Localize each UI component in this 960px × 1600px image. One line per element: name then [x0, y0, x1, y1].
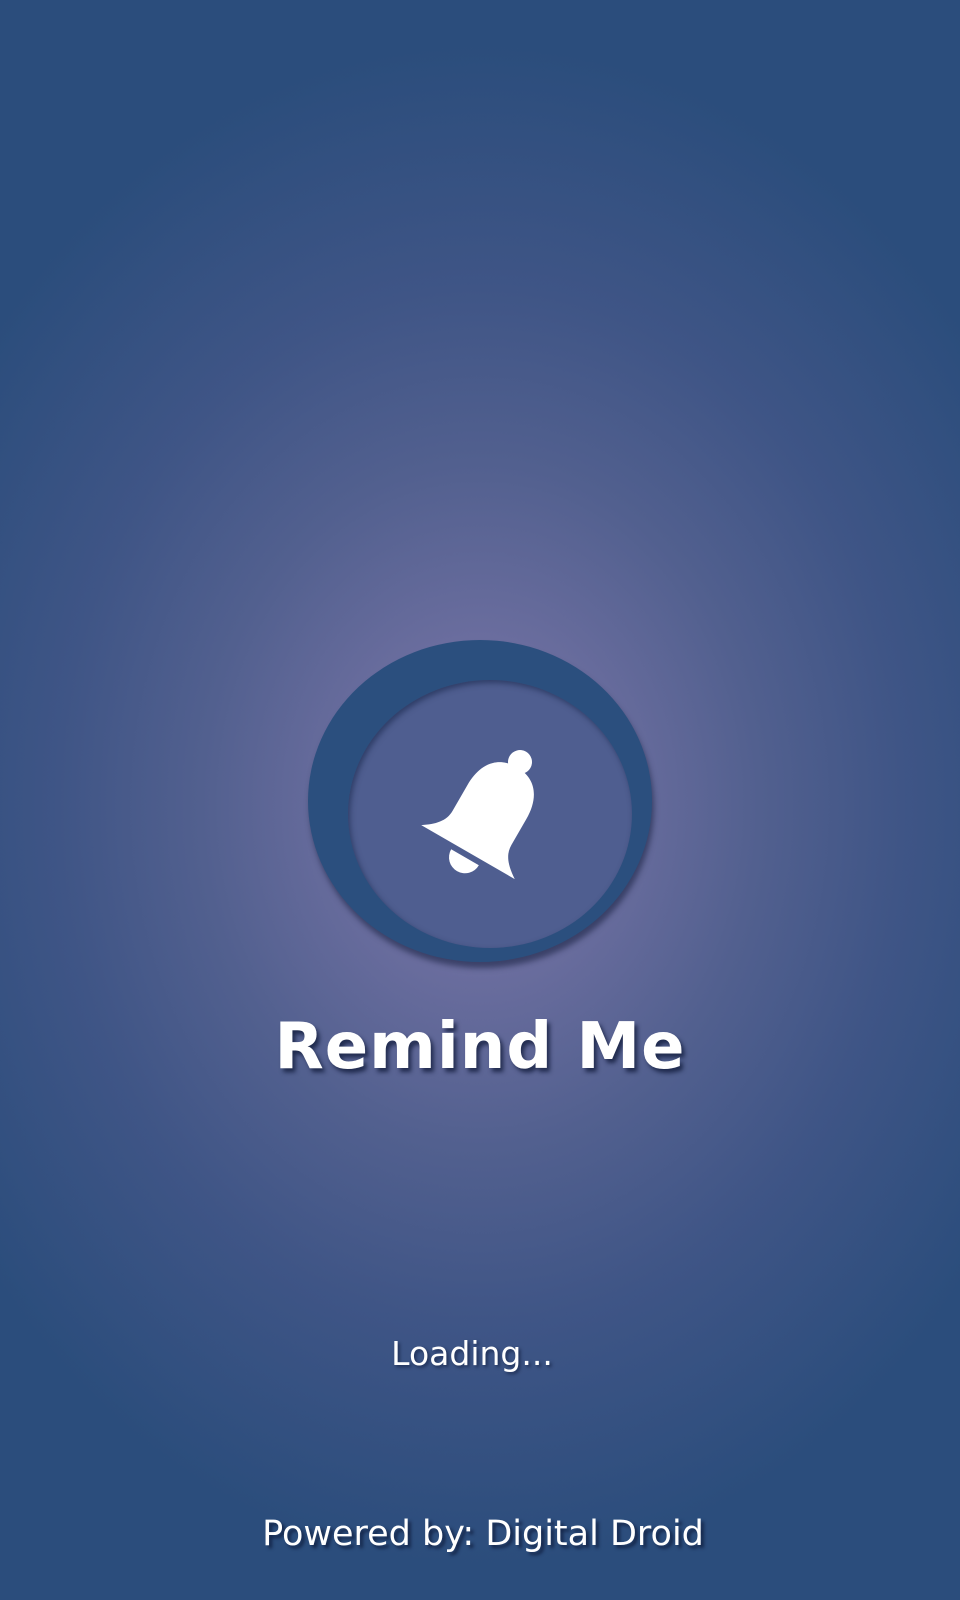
powered-by-credit: Powered by: Digital Droid	[262, 1514, 704, 1554]
app-logo-disc	[348, 680, 632, 948]
splash-screen: Remind Me Loading... Powered by: Digital…	[0, 0, 960, 1600]
loading-indicator-text: Loading...	[391, 1334, 553, 1373]
app-logo	[308, 640, 652, 962]
bell-icon	[421, 750, 534, 880]
app-title: Remind Me	[274, 1010, 686, 1084]
